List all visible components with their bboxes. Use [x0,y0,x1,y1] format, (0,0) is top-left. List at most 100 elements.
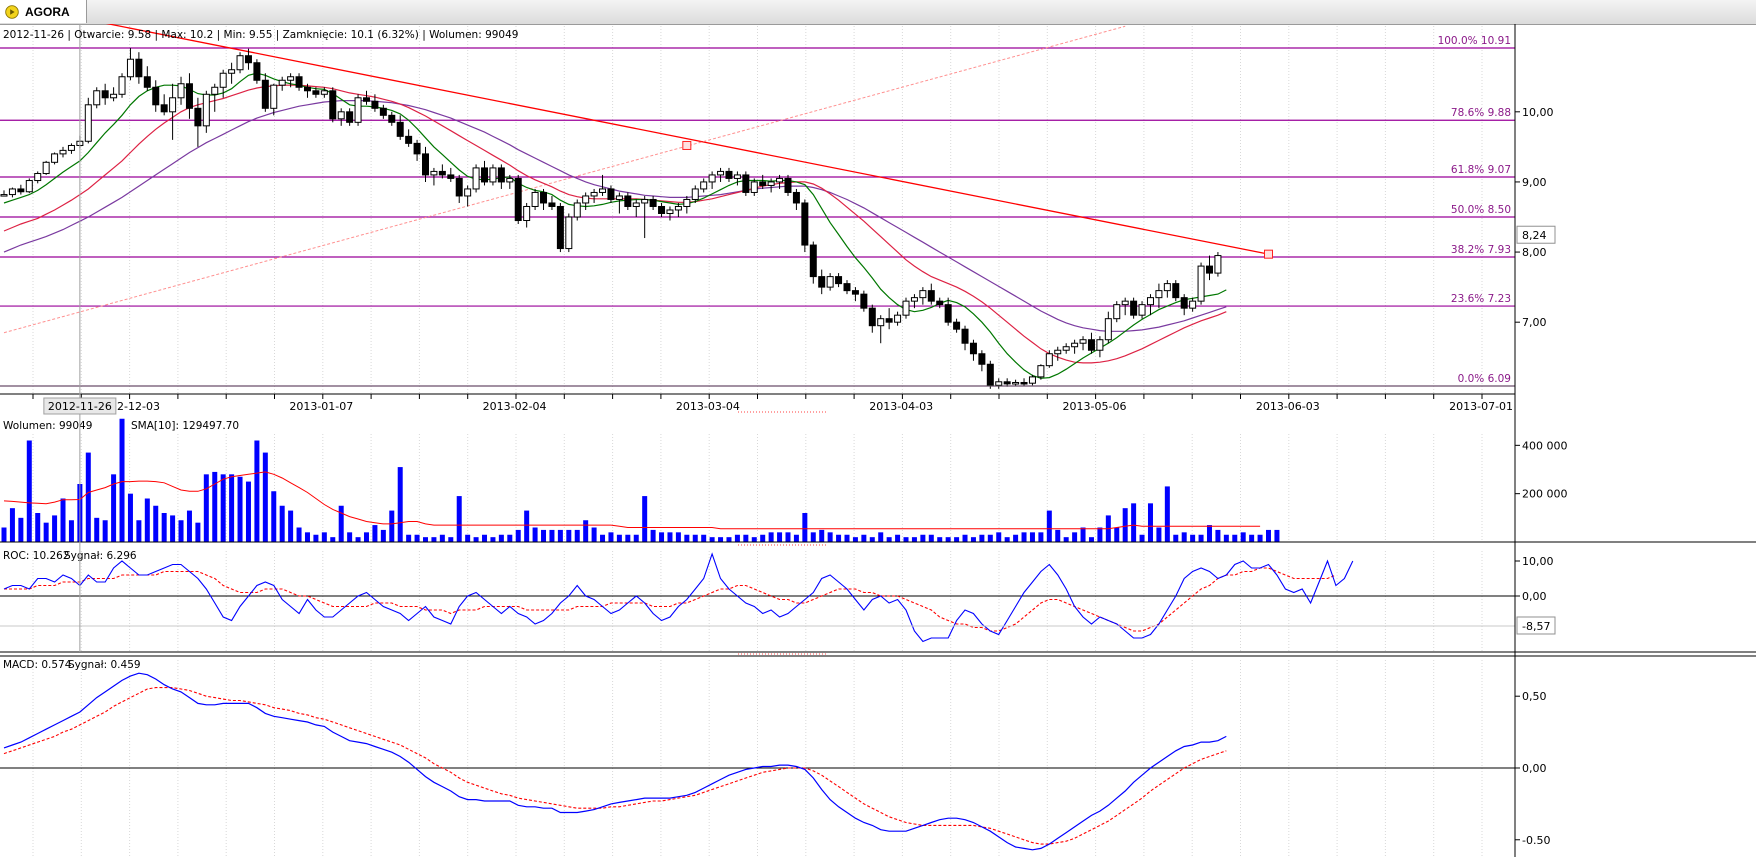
volume-bar [600,534,606,542]
candle-body [582,195,590,204]
candle-body [641,198,649,204]
candle-body [25,180,33,193]
candle-body [244,55,252,64]
volume-bar [439,534,445,542]
volume-bar [659,532,665,542]
volume-bar [1013,534,1019,542]
candle-body [430,170,438,176]
sma-slow-line [3,99,1227,332]
candle-body [531,191,539,207]
candle-body [219,72,227,88]
candle-body [489,167,497,183]
candle-body [683,198,691,207]
candle-body [708,174,716,183]
stock-chart[interactable]: 100.0% 10.91 78.6% 9.88 61.8% 9.07 50.0% 8.… [0,24,1756,857]
candle-body [17,188,25,193]
roc-value-label: -8,57 [1522,620,1550,633]
volume-bar [330,537,336,542]
candle-body [422,153,429,176]
volume-bar [1021,532,1027,542]
volume-bar [709,537,715,542]
trendline-handle [682,140,692,150]
candle-body [1113,304,1121,320]
candle-body [405,135,413,144]
volume-bar [903,537,909,542]
roc-signal-line [4,567,1337,632]
volume-bar [1114,527,1120,542]
candles [0,48,1222,389]
candle-body [801,202,809,246]
volume-bar [313,534,319,542]
volume-bar [271,491,277,542]
candle-body [691,188,699,200]
volume-bar [675,532,681,542]
trendline-handle [1264,249,1273,259]
candle-body [1096,339,1104,351]
volume-bar [574,529,580,542]
trend-lines[interactable] [3,24,1273,334]
candle-body [986,363,994,386]
volume-bar [60,498,66,542]
candle-body [1045,353,1053,367]
candle-body [835,276,843,285]
volume-bar [852,537,858,542]
candle-body [1130,300,1138,316]
volume-bar [1072,532,1078,542]
roc-signal-label: Sygnał: 6.296 [64,550,137,562]
volume-bar [1181,532,1187,542]
yaxis-label: 200 000 [1522,488,1568,501]
yaxis-label: 7,00 [1522,316,1547,329]
volume-bar [102,520,108,542]
yaxis-label: 10,00 [1522,555,1554,568]
grid-lines [32,26,1483,857]
candle-body [894,314,902,323]
volume-bar [482,534,488,542]
candle-body [84,104,92,142]
volume-bar [633,534,639,542]
volume-bar [85,452,91,542]
yaxis-label: 400 000 [1522,439,1568,452]
crosshair-date-label: 2012-11-26 [48,400,112,413]
volume-bar [1004,537,1010,542]
sma-mid-line [3,84,1227,364]
tab-agora[interactable]: AGORA [0,0,87,23]
candle-body [67,144,75,151]
macd-signal-label: Sygnał: 0.459 [68,659,141,671]
candle-body [666,209,674,214]
volume-bar [1274,529,1280,542]
candle-body [1054,349,1062,355]
candle-body [750,181,758,193]
candle-body [287,76,295,81]
candle-body [396,121,404,137]
volume-bar [237,476,243,542]
volume-bar [970,537,976,542]
volume-bar [380,529,386,542]
xaxis-label: 2013-01-07 [289,400,353,413]
candle-body [1071,342,1079,348]
volume-bar [186,510,192,542]
fib-label: 38.2% 7.93 [1451,244,1511,256]
candle-body [8,188,16,196]
volume-bar [347,532,353,542]
candle-body [202,93,210,127]
volume-bar [43,522,49,542]
volume-bar [127,493,133,542]
volume-bar [692,534,698,542]
candle-body [1079,339,1087,344]
volume-bar [1055,529,1061,542]
volume-bar [212,471,218,542]
volume-bar [389,510,395,542]
candle-body [51,153,59,163]
candle-body [1189,300,1197,309]
candle-body [455,177,463,197]
candle-body [674,205,682,211]
candle-body [700,181,708,190]
candle-body [995,381,1003,386]
yaxis-label: 0,00 [1522,590,1547,603]
volume-bar [203,474,209,542]
candle-body [759,181,767,186]
volume-bar [1038,532,1044,542]
volume-bar [1249,534,1255,542]
candle-body [969,342,977,355]
candle-body [118,76,126,95]
